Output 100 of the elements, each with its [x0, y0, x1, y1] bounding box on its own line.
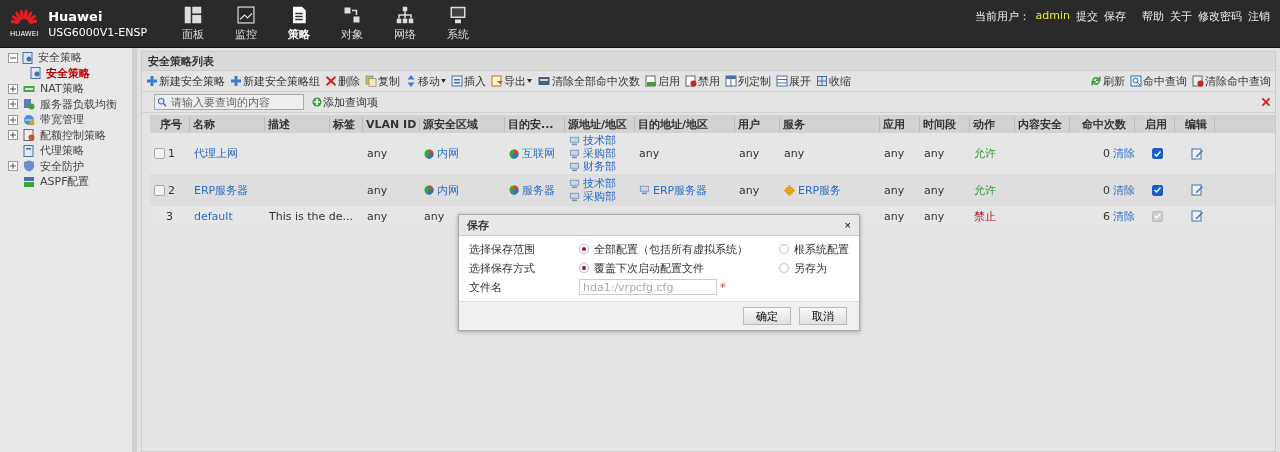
column-header: 标签 [330, 116, 363, 132]
address-link[interactable]: 财务部 [583, 159, 616, 174]
tree-item[interactable]: 配额控制策略 [0, 127, 132, 143]
radio-option[interactable]: 另存为 [779, 260, 849, 276]
zone-link[interactable]: 内网 [437, 182, 459, 198]
toolbar-button[interactable]: 清除命中查询 [1192, 73, 1271, 89]
toolbar-button[interactable]: 列定制 [725, 73, 771, 89]
column-header: 动作 [970, 116, 1015, 132]
dialog-button[interactable]: 取消 [799, 307, 847, 325]
table-cell: any [739, 183, 760, 197]
address-link[interactable]: 技术部 [583, 176, 616, 191]
address-link[interactable]: 技术部 [583, 133, 616, 148]
zone-link[interactable]: 内网 [437, 146, 459, 161]
header-link[interactable]: 注销 [1248, 9, 1270, 24]
toolbar-button[interactable]: 命中查询 [1130, 73, 1187, 89]
header-link[interactable]: 帮助 [1142, 9, 1164, 24]
toolbar-button[interactable]: 启用 [645, 73, 680, 89]
radio-option[interactable]: 根系统配置 [779, 241, 849, 257]
expand-icon[interactable] [8, 161, 18, 172]
search-field[interactable]: 请输入要查询的内容 [154, 94, 304, 110]
column-header: 序号 [150, 116, 190, 132]
clear-link[interactable]: 清除 [1113, 208, 1135, 224]
expand-icon[interactable] [8, 114, 18, 125]
tree-item[interactable]: 安全策略 [0, 65, 132, 81]
nav-tab[interactable]: 面板 [173, 5, 213, 42]
required-mark: * [720, 280, 726, 294]
tree-item[interactable]: 带宽管理 [0, 112, 132, 128]
plus-icon [146, 75, 158, 87]
nav-tab[interactable]: 监控 [226, 5, 266, 42]
tree-item[interactable]: 代理策略 [0, 143, 132, 159]
toolbar-button[interactable]: 移动 [405, 73, 446, 89]
policy-link[interactable]: default [194, 209, 233, 223]
toolbar-button[interactable]: 刷新 [1090, 73, 1125, 89]
table-cell: any [367, 147, 388, 160]
add-query-button[interactable]: 添加查询项 [312, 94, 378, 110]
address-link[interactable]: 采购部 [583, 189, 616, 204]
column-header: 名称 [190, 116, 265, 132]
toolbar-button[interactable]: 新建安全策略 [146, 73, 225, 89]
up-down-arrow-icon [405, 75, 417, 87]
row-checkbox[interactable] [154, 148, 165, 159]
address-link[interactable]: 采购部 [583, 146, 616, 161]
column-header: 启用 [1135, 116, 1175, 132]
tree-item[interactable]: 安全策略 [0, 50, 132, 66]
toolbar-button[interactable]: 收缩 [816, 73, 851, 89]
header-link[interactable]: 提交 [1076, 9, 1098, 24]
policy-link[interactable]: ERP服务器 [194, 182, 249, 198]
nav-tab[interactable]: 网络 [385, 5, 425, 42]
nav-tab[interactable]: 对象 [332, 5, 372, 42]
tree-item[interactable]: 安全防护 [0, 158, 132, 174]
close-button[interactable]: × [844, 219, 851, 231]
toolbar-button[interactable]: 展开 [776, 73, 811, 89]
nav-tab[interactable]: 系统 [438, 5, 478, 42]
toolbar-button[interactable]: 删除 [325, 73, 360, 89]
column-header: 目的地址/地区 [635, 116, 735, 132]
expand-icon[interactable] [8, 99, 18, 110]
toolbar-button[interactable]: 插入 [451, 73, 486, 89]
dialog-button[interactable]: 确定 [743, 307, 791, 325]
toolbar-button[interactable]: 复制 [365, 73, 400, 89]
header-link[interactable]: 修改密码 [1198, 9, 1242, 24]
toolbar-button[interactable]: 禁用 [685, 73, 720, 89]
table-cell: any [424, 209, 445, 223]
tree-item[interactable]: NAT策略 [0, 81, 132, 97]
clear-link[interactable]: 清除 [1113, 146, 1135, 161]
column-header: 源安全区域 [420, 116, 505, 132]
radio-option[interactable]: 全部配置（包括所有虚拟系统） [579, 241, 779, 257]
zone-link[interactable]: 互联网 [522, 146, 555, 161]
user-name: admin [1035, 9, 1070, 24]
grid-icon [816, 75, 828, 87]
policy-link[interactable]: 代理上网 [194, 146, 238, 161]
service-link[interactable]: ERP服务 [798, 182, 842, 198]
pie-chart-icon [424, 185, 434, 195]
document-icon [491, 75, 503, 87]
expand-icon[interactable] [8, 83, 18, 94]
address-link[interactable]: ERP服务器 [653, 182, 708, 198]
tree-item[interactable]: ASPF配置 [0, 174, 132, 190]
network-icon [395, 5, 415, 24]
table-cell: any [367, 183, 388, 197]
current-user-label: 当前用户： [974, 9, 1030, 24]
table-cell: any [639, 147, 660, 160]
column-header: 目的安... [505, 116, 565, 132]
zone-link[interactable]: 服务器 [522, 182, 555, 198]
action-status: 允许 [974, 182, 996, 198]
nav-tab[interactable]: 策略 [279, 5, 319, 42]
enable-checkbox[interactable] [1151, 148, 1163, 159]
toolbar-button[interactable]: 导出 [491, 73, 532, 89]
toolbar-button[interactable]: 新建安全策略组 [230, 73, 320, 89]
clear-link[interactable]: 清除 [1113, 182, 1135, 198]
enable-checkbox[interactable] [1151, 184, 1163, 196]
tree-item[interactable]: 服务器负载均衡 [0, 96, 132, 112]
table-cell: any [924, 209, 945, 223]
header-link[interactable]: 关于 [1170, 9, 1192, 24]
row-checkbox[interactable] [154, 184, 165, 196]
monitor-chart-icon [236, 5, 256, 24]
expand-icon[interactable] [8, 130, 18, 141]
monitor-icon [569, 148, 580, 159]
radio-option[interactable]: 覆盖下次启动配置文件 [579, 260, 779, 276]
header-link[interactable]: 保存 [1104, 9, 1126, 24]
toolbar-button[interactable]: 清除全部命中次数 [537, 73, 640, 89]
table-cell: 0 [1103, 183, 1110, 197]
collapse-icon[interactable] [8, 52, 18, 63]
